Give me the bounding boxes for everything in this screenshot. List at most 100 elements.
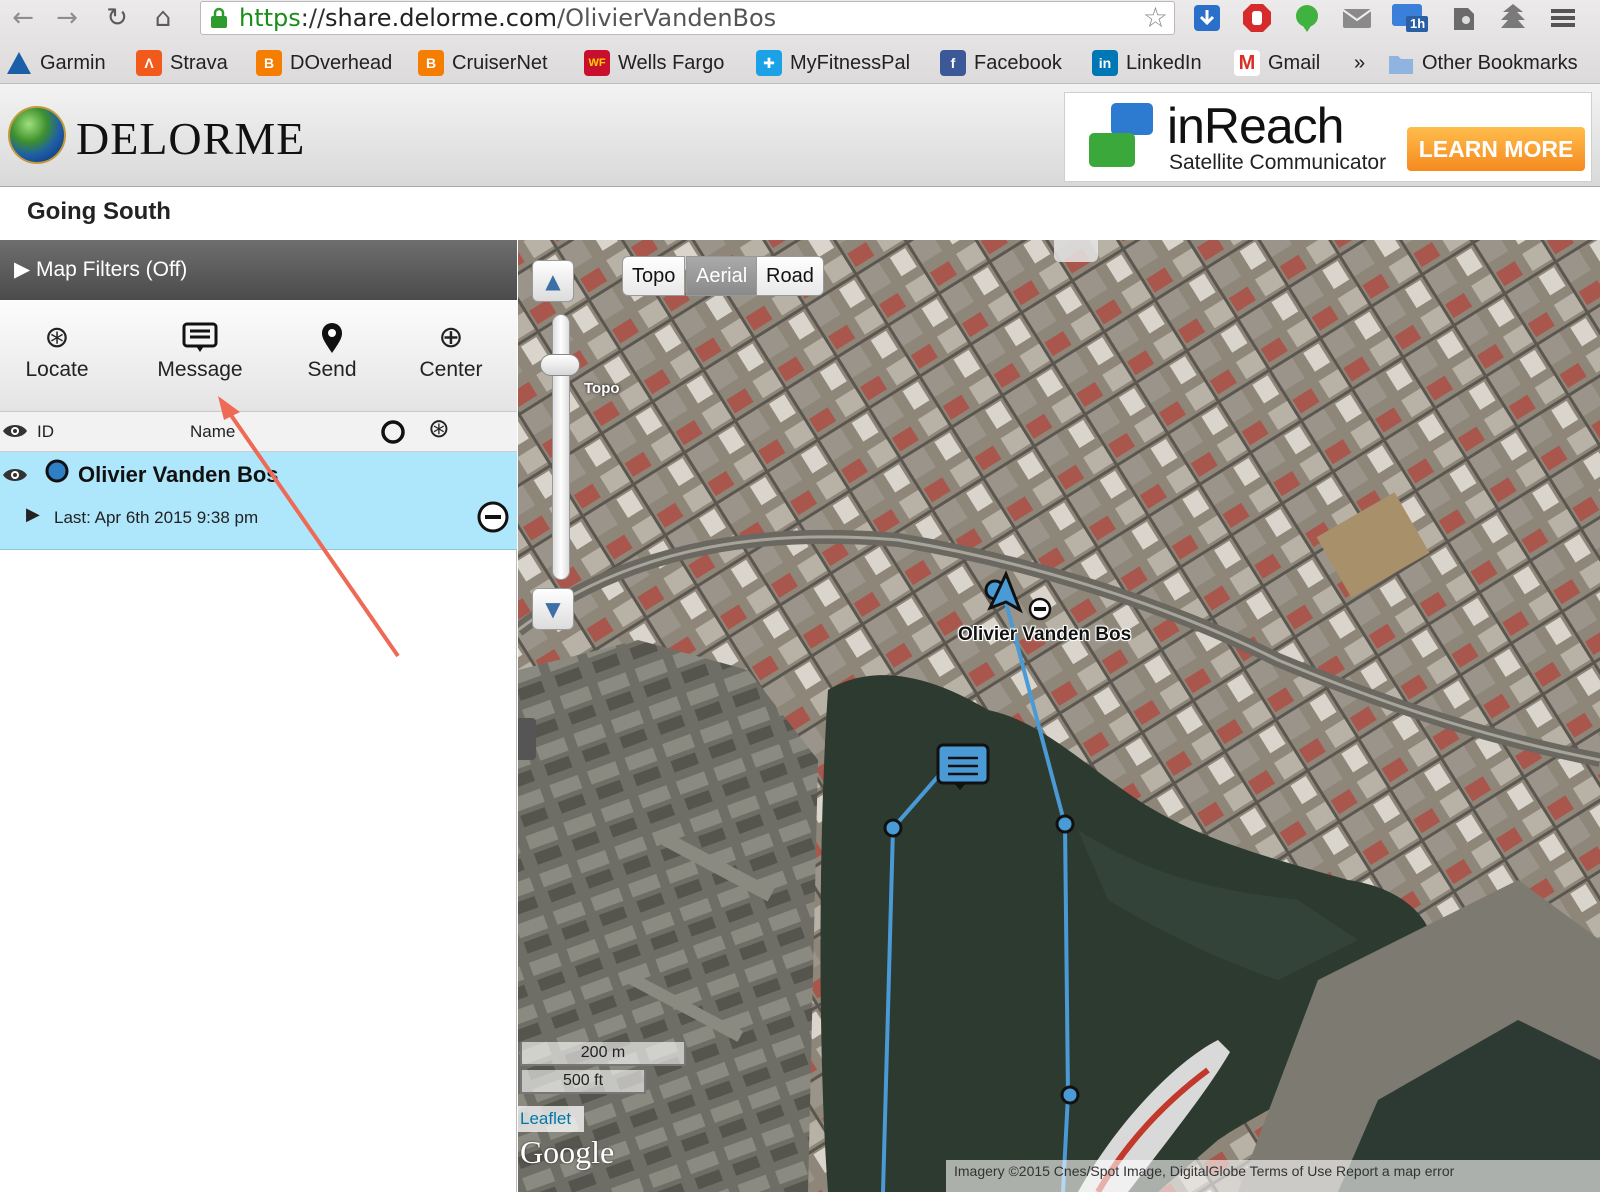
expand-triangle-icon[interactable]: ▶: [26, 504, 40, 525]
trip-bar: Going South: [0, 188, 1600, 240]
visibility-eye-icon[interactable]: [2, 466, 28, 484]
visibility-eye-icon[interactable]: [2, 422, 28, 440]
marker-minus-icon[interactable]: [1028, 597, 1052, 621]
evernote-clip-icon[interactable]: [1290, 2, 1324, 34]
bookmark-garmin[interactable]: Garmin: [6, 48, 106, 78]
bookmark-cruisernet[interactable]: B CruiserNet: [418, 48, 548, 78]
track-point[interactable]: [1060, 1085, 1080, 1105]
page-title: Going South: [27, 198, 171, 225]
blogger-icon: B: [418, 50, 444, 76]
expand-triangle-icon: ▶: [14, 258, 31, 281]
adblock-icon[interactable]: [1240, 2, 1274, 34]
ad-title: inReach: [1167, 98, 1344, 154]
remove-circle-icon[interactable]: [476, 500, 510, 534]
map-type-topo[interactable]: Topo: [622, 256, 686, 296]
tracking-toolbar: ⊛ Locate Message Send ⊕ Center: [0, 300, 517, 412]
bookmark-label: DOverhead: [290, 52, 393, 74]
map-filters-toggle[interactable]: ▶ Map Filters (Off): [0, 240, 517, 300]
chat-bubble-icon: [1111, 103, 1153, 135]
tracker-map-label: Olivier Vanden Bos: [958, 624, 1132, 645]
zoom-slider-thumb[interactable]: [540, 354, 580, 376]
facebook-icon: f: [940, 50, 966, 76]
track-point[interactable]: [1055, 814, 1075, 834]
map-filters-label: Map Filters (Off): [36, 258, 188, 281]
bookmark-label: Strava: [170, 52, 228, 74]
bookmark-gmail[interactable]: M Gmail: [1234, 48, 1320, 78]
bookmark-label: MyFitnessPal: [790, 52, 911, 74]
pin-icon: [322, 323, 342, 353]
map-type-road[interactable]: Road: [756, 256, 824, 296]
zoom-level-tag: Topo: [584, 380, 620, 397]
message-marker-icon[interactable]: [936, 743, 990, 790]
map-attribution[interactable]: Imagery ©2015 Cnes/Spot Image, DigitalGl…: [946, 1160, 1600, 1192]
message-icon: [182, 322, 218, 352]
garmin-icon: [7, 52, 31, 74]
leaflet-attribution-link[interactable]: Leaflet: [518, 1106, 584, 1132]
timer-extension-icon[interactable]: 1h: [1390, 2, 1430, 34]
map-type-aerial[interactable]: Aerial: [686, 256, 758, 296]
google-logo: Google: [520, 1134, 615, 1170]
delorme-globe-logo: [8, 106, 66, 164]
url-separator: ://: [300, 4, 326, 32]
circle-outline-icon[interactable]: [380, 419, 406, 445]
map-view[interactable]: ▲ Topo ▼ Topo Aerial Road Olivier Vanden…: [518, 240, 1600, 1192]
sidebar: ▶ Map Filters (Off) ⊛ Locate Message Sen…: [0, 240, 517, 1192]
bookmark-doverhead[interactable]: B DOverhead: [256, 48, 392, 78]
tracker-list-header: ID Name ⊛: [0, 412, 517, 452]
folder-icon: [1389, 56, 1413, 74]
home-icon[interactable]: ⌂: [146, 2, 180, 34]
url-scheme: https: [239, 4, 301, 32]
lock-icon: [211, 7, 227, 28]
bookmark-label: Garmin: [40, 52, 106, 74]
column-id[interactable]: ID: [37, 422, 54, 442]
back-icon[interactable]: ←: [6, 2, 40, 34]
tree-extension-icon[interactable]: [1496, 2, 1530, 34]
overflow-icon: »: [1354, 52, 1366, 74]
address-bar[interactable]: https://share.delorme.com/OlivierVandenB…: [200, 1, 1175, 35]
mail-icon[interactable]: [1340, 2, 1374, 34]
bookmark-star-icon[interactable]: ☆: [1143, 2, 1168, 34]
map-top-collapse-tab[interactable]: [1054, 240, 1098, 262]
menu-icon[interactable]: [1546, 2, 1580, 34]
bookmark-other-bookmarks[interactable]: Other Bookmarks: [1388, 48, 1578, 78]
ad-subtitle: Satellite Communicator: [1169, 151, 1387, 174]
zoom-in-button[interactable]: ▲: [532, 260, 574, 302]
message-button[interactable]: Message: [150, 322, 250, 382]
reload-icon[interactable]: ↻: [100, 2, 134, 34]
forward-icon[interactable]: →: [50, 2, 84, 34]
bookmark-wells-fargo[interactable]: WF Wells Fargo: [584, 48, 724, 78]
sidebar-collapse-tab[interactable]: [518, 718, 536, 760]
last-update-text: Last: Apr 6th 2015 9:38 pm: [54, 508, 259, 527]
download-icon[interactable]: [1190, 2, 1224, 34]
strava-icon: Λ: [136, 50, 162, 76]
center-button[interactable]: ⊕ Center: [414, 322, 488, 382]
tracker-name: Olivier Vanden Bos: [78, 462, 279, 487]
brand-logo[interactable]: DELORME: [76, 112, 305, 165]
bookmark-label: Gmail: [1268, 52, 1321, 74]
column-name[interactable]: Name: [190, 422, 235, 442]
center-icon: ⊕: [438, 320, 464, 355]
bookmarks-overflow-button[interactable]: »: [1354, 48, 1365, 78]
track-point[interactable]: [883, 818, 903, 838]
locate-icon: ⊛: [44, 320, 70, 355]
bookmark-linkedin[interactable]: in LinkedIn: [1092, 48, 1202, 78]
locate-all-icon[interactable]: ⊛: [428, 414, 450, 444]
scale-bar-imperial: 500 ft: [520, 1070, 646, 1094]
user-color-dot-icon: [45, 459, 69, 483]
evernote-icon[interactable]: [1446, 2, 1480, 34]
bookmark-strava[interactable]: Λ Strava: [136, 48, 228, 78]
bookmark-label: Wells Fargo: [618, 52, 725, 74]
wellsfargo-icon: WF: [584, 50, 610, 76]
zoom-out-button[interactable]: ▼: [532, 588, 574, 630]
bookmark-label: Facebook: [974, 52, 1062, 74]
learn-more-button[interactable]: LEARN MORE: [1407, 127, 1585, 171]
url-path: /OlivierVandenBos: [557, 4, 777, 32]
chat-bubble-icon: [1089, 133, 1135, 167]
send-button[interactable]: Send: [300, 322, 364, 382]
locate-button[interactable]: ⊛ Locate: [22, 322, 92, 382]
inreach-ad-banner[interactable]: inReach Satellite Communicator LEARN MOR…: [1064, 92, 1592, 182]
myfitnesspal-icon: ✚: [756, 50, 782, 76]
bookmark-facebook[interactable]: f Facebook: [940, 48, 1062, 78]
tracker-row[interactable]: Olivier Vanden Bos ▶ Last: Apr 6th 2015 …: [0, 452, 517, 550]
bookmark-myfitnesspal[interactable]: ✚ MyFitnessPal: [756, 48, 910, 78]
